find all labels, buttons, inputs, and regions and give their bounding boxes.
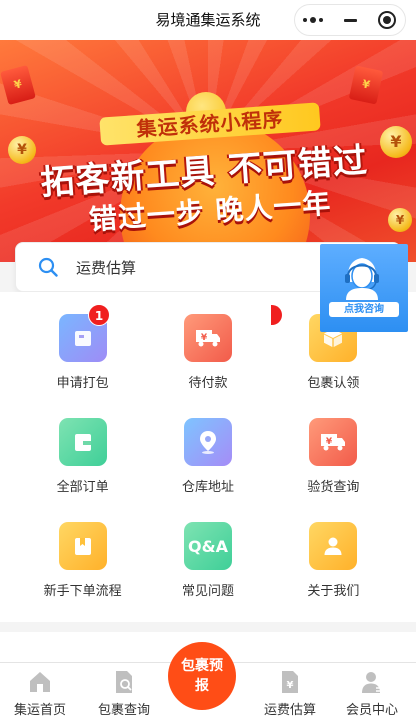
- close-button[interactable]: [368, 5, 405, 35]
- home-icon: [30, 672, 50, 692]
- more-dots-icon: [303, 17, 324, 23]
- bookmark-icon: [58, 522, 107, 570]
- document-search-icon: [116, 671, 132, 693]
- grid-item-label: 关于我们: [307, 584, 360, 599]
- grid-item-warehouse-address[interactable]: 仓库地址: [145, 418, 270, 500]
- tab-label: 集运首页: [13, 703, 66, 718]
- grid-item-all-orders[interactable]: 全部订单: [20, 418, 145, 500]
- grid-item-pending-payment[interactable]: ¥ 待付款: [145, 314, 270, 396]
- grid-item-apply-pack[interactable]: 1 申请打包: [20, 304, 145, 396]
- search-icon: [38, 257, 58, 277]
- coin-icon: ¥: [388, 208, 412, 232]
- more-button[interactable]: [295, 5, 332, 35]
- mini-program-capsule: [294, 4, 406, 36]
- user-icon: [309, 522, 358, 570]
- notification-badge: 1: [88, 304, 110, 326]
- tab-label: 包裹查询: [97, 703, 150, 718]
- tab-parcel-query[interactable]: 包裹查询: [84, 663, 164, 720]
- target-icon: [377, 11, 396, 29]
- svg-text:¥: ¥: [201, 333, 208, 343]
- customer-service-label: 点我咨询: [329, 302, 399, 317]
- tab-member-center[interactable]: 会员中心: [332, 663, 412, 720]
- customer-service-icon: [345, 258, 379, 300]
- customer-service-button[interactable]: 点我咨询: [320, 244, 408, 332]
- promo-banner[interactable]: ¥ ¥ ¥ ¥ ¥ 集运系统小程序 拓客新工具 不可错过 错过一步 晚人一年: [0, 40, 416, 262]
- grid-item-label: 全部订单: [56, 480, 109, 495]
- title-bar: 易境通集运系统: [0, 0, 416, 40]
- grid-item-inspection-query[interactable]: ¥ 验货查询: [271, 418, 396, 500]
- truck-icon: ¥: [183, 314, 232, 362]
- coin-icon: ¥: [380, 126, 412, 158]
- tab-label: 运费估算: [263, 703, 316, 718]
- grid-item-label: 仓库地址: [181, 480, 234, 495]
- parcel-forecast-button[interactable]: 包裹预报: [168, 642, 236, 710]
- grid-item-faq[interactable]: Q&A 常见问题: [145, 522, 270, 604]
- grid-item-label: 待付款: [188, 376, 228, 391]
- calculator-icon: ¥: [282, 671, 298, 693]
- grid-item-label: 包裹认领: [307, 376, 360, 391]
- minus-icon: [343, 18, 357, 22]
- tab-freight-estimate[interactable]: ¥ 运费估算: [250, 663, 330, 720]
- grid-item-label: 申请打包: [56, 376, 109, 391]
- truck-icon: ¥: [309, 418, 358, 466]
- tab-home[interactable]: 集运首页: [0, 663, 80, 720]
- grid-item-label: 验货查询: [307, 480, 360, 495]
- grid-item-beginner-guide[interactable]: 新手下单流程: [20, 522, 145, 604]
- notification-badge-partial: [270, 304, 283, 326]
- svg-text:¥: ¥: [326, 437, 333, 447]
- search-text: 运费估算: [76, 259, 137, 277]
- app-page: 易境通集运系统 ¥ ¥ ¥ ¥ ¥ 集运系统小程序 拓客新工具 不可错过 错过一…: [0, 0, 416, 720]
- feature-grid: 1 申请打包 ¥ 待付款 包裹认领 全部订单 仓库地址 ¥ 验货查询 新手下单流…: [20, 304, 396, 604]
- location-pin-icon: [183, 418, 232, 466]
- wallet-icon: [58, 418, 107, 466]
- feature-grid-section: 1 申请打包 ¥ 待付款 包裹认领 全部订单 仓库地址 ¥ 验货查询 新手下单流…: [0, 292, 416, 622]
- qa-icon: Q&A: [183, 522, 232, 570]
- tab-label: 会员中心: [345, 703, 398, 718]
- minimize-button[interactable]: [332, 5, 369, 35]
- grid-item-label: 新手下单流程: [43, 584, 122, 599]
- member-icon: [362, 672, 383, 693]
- grid-item-about-us[interactable]: 关于我们: [271, 522, 396, 604]
- svg-text:¥: ¥: [287, 680, 294, 691]
- grid-item-label: 常见问题: [181, 584, 234, 599]
